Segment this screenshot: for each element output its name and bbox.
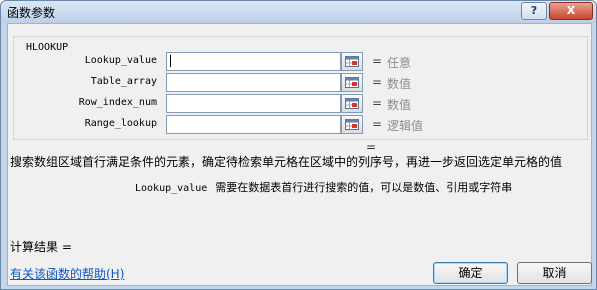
dialog-body: HLOOKUP Lookup_value = 任意 Table_array = …: [7, 23, 592, 286]
arg-label-row-index-num: Row_index_num: [78, 97, 157, 108]
arg-row-row-index-num: Row_index_num = 数值: [14, 94, 454, 114]
arg-equals-range-lookup: =: [372, 117, 383, 131]
arg-label-lookup-value: Lookup_value: [84, 55, 157, 66]
arg-row-range-lookup: Range_lookup = 逻辑值: [14, 115, 454, 135]
range-select-icon: [345, 77, 359, 88]
range-select-icon: [345, 98, 359, 109]
argument-description: Lookup_value 需要在数据表首行进行搜索的值，可以是数值、引用或字符串: [135, 179, 512, 195]
arg-equals-table-array: =: [372, 75, 383, 89]
ok-button[interactable]: 确定: [433, 262, 508, 284]
arg-equals-lookup-value: =: [372, 54, 383, 68]
range-lookup-input[interactable]: [166, 115, 341, 134]
arguments-group: HLOOKUP Lookup_value = 任意 Table_array = …: [13, 36, 588, 140]
argument-description-name: Lookup_value: [135, 183, 208, 194]
collapse-dialog-button-range-lookup[interactable]: [341, 115, 363, 134]
help-title-button[interactable]: ?: [521, 2, 547, 20]
cancel-button[interactable]: 取消: [517, 262, 592, 284]
arg-row-lookup-value: Lookup_value = 任意: [14, 52, 454, 72]
arg-type-row-index-num: 数值: [387, 98, 412, 112]
text-caret: [170, 55, 171, 67]
formula-result-equals: =: [366, 140, 377, 154]
range-select-icon: [345, 119, 359, 130]
row-index-num-input[interactable]: [166, 94, 341, 113]
collapse-dialog-button-lookup-value[interactable]: [341, 52, 363, 71]
collapse-dialog-button-table-array[interactable]: [341, 73, 363, 92]
title-bar[interactable]: 函数参数 ? X: [1, 1, 596, 23]
calculation-result: 计算结果 =: [10, 240, 72, 254]
range-select-icon: [345, 56, 359, 67]
table-array-input[interactable]: [166, 73, 341, 92]
arg-equals-row-index-num: =: [372, 96, 383, 110]
function-help-link[interactable]: 有关该函数的帮助(H): [10, 265, 124, 282]
arg-label-table-array: Table_array: [90, 76, 157, 87]
arg-type-table-array: 数值: [387, 77, 412, 91]
close-button[interactable]: X: [549, 2, 593, 20]
function-description: 搜索数组区域首行满足条件的元素，确定待检索单元格在区域中的列序号，再进一步返回选…: [10, 155, 563, 169]
argument-description-text: 需要在数据表首行进行搜索的值，可以是数值、引用或字符串: [215, 181, 513, 194]
collapse-dialog-button-row-index-num[interactable]: [341, 94, 363, 113]
dialog-title: 函数参数: [7, 6, 56, 20]
arg-type-range-lookup: 逻辑值: [387, 119, 424, 133]
arg-label-range-lookup: Range_lookup: [84, 118, 157, 129]
arg-row-table-array: Table_array = 数值: [14, 73, 454, 93]
lookup-value-input[interactable]: [166, 52, 341, 71]
arg-type-lookup-value: 任意: [387, 56, 412, 70]
function-arguments-dialog: 函数参数 ? X HLOOKUP Lookup_value = 任意 Table…: [0, 0, 597, 290]
